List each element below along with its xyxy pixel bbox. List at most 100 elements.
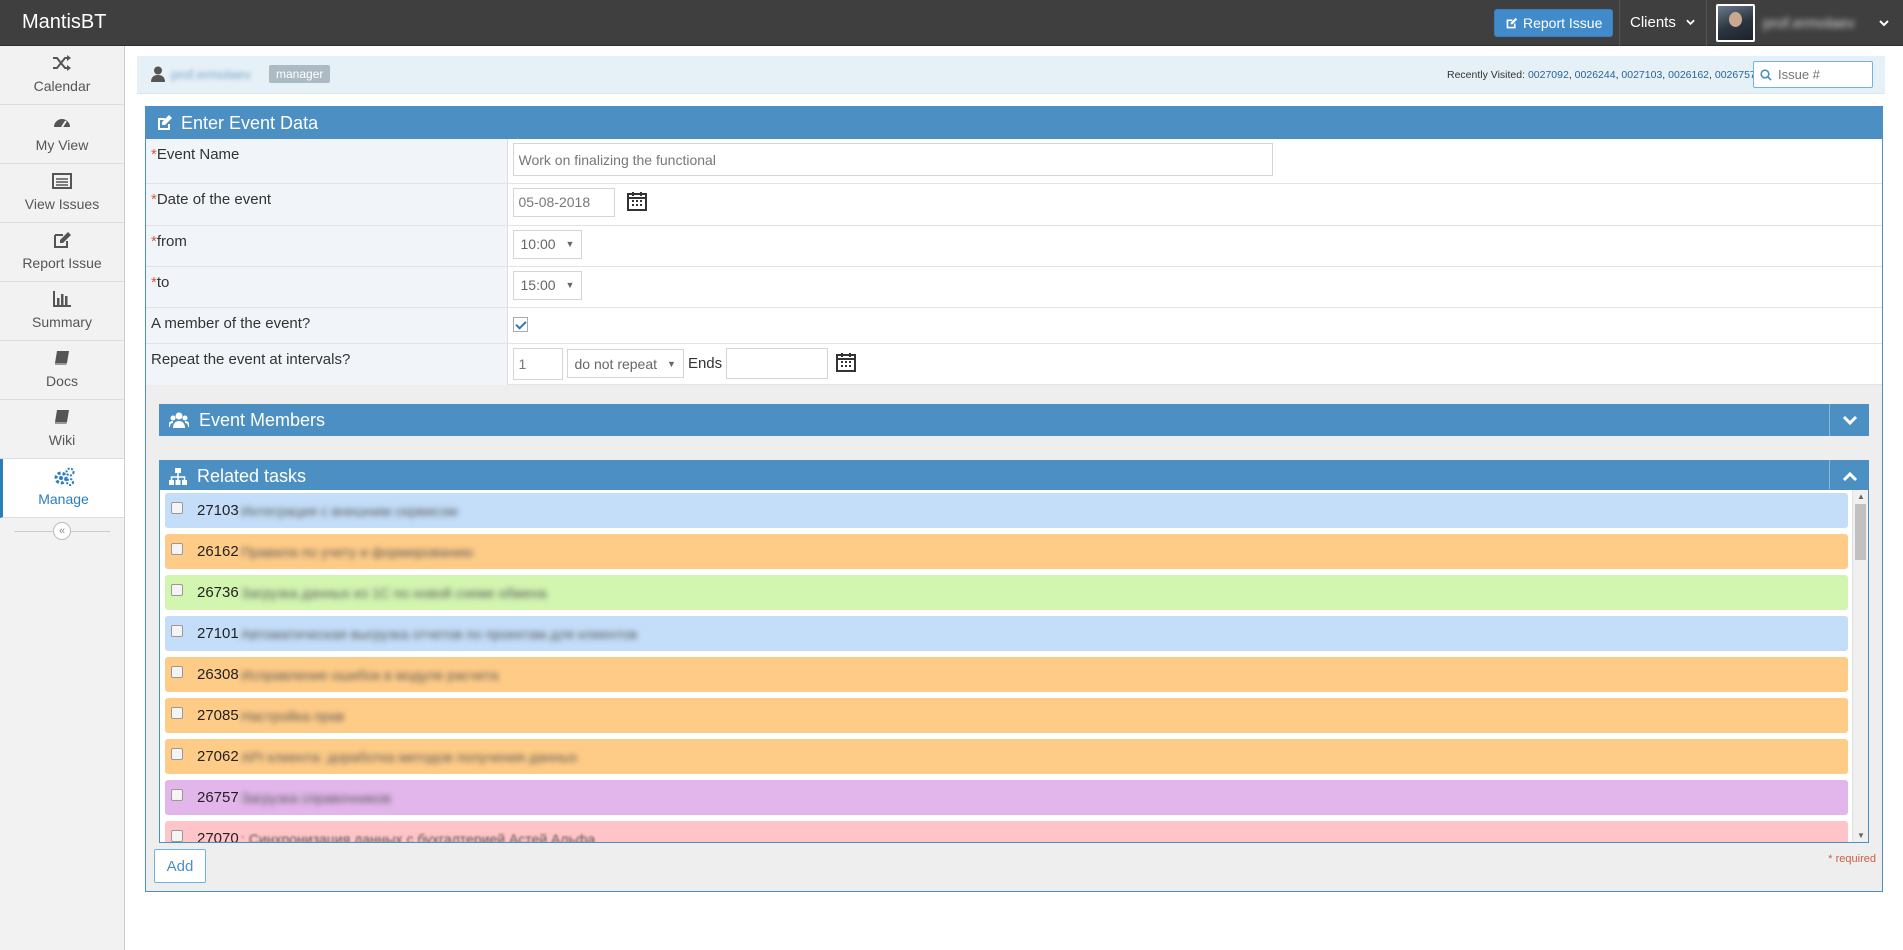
expand-toggle[interactable] bbox=[1829, 404, 1869, 436]
clients-label: Clients bbox=[1630, 14, 1676, 31]
form-row-to: *to 15:00 ▼ bbox=[146, 266, 1882, 308]
dashboard-icon bbox=[0, 113, 124, 135]
issue-number-input[interactable] bbox=[1778, 67, 1868, 82]
sidebar-item-summary[interactable]: Summary bbox=[0, 282, 124, 341]
task-checkbox[interactable] bbox=[171, 788, 183, 801]
add-button[interactable]: Add bbox=[154, 849, 206, 883]
member-checkbox[interactable] bbox=[512, 316, 528, 332]
sidebar-item-calendar[interactable]: Calendar bbox=[0, 46, 124, 105]
sidebar-item-docs[interactable]: Docs bbox=[0, 341, 124, 400]
collapse-toggle[interactable] bbox=[1829, 460, 1869, 492]
field-value: 15:00 ▼ bbox=[507, 266, 1882, 308]
task-checkbox[interactable] bbox=[171, 665, 183, 678]
breadcrumb-user: prof.ermolaev manager bbox=[151, 65, 331, 83]
sidebar: Calendar My View View Issues Report Issu… bbox=[0, 46, 125, 950]
task-id: 26308 bbox=[197, 666, 239, 683]
related-tasks-header[interactable]: Related tasks bbox=[159, 460, 1869, 492]
report-issue-button[interactable]: Report Issue bbox=[1494, 9, 1614, 37]
widget-header: Enter Event Data bbox=[146, 107, 1882, 139]
clients-menu[interactable]: Clients bbox=[1630, 14, 1695, 31]
book-icon bbox=[0, 349, 124, 371]
date-input[interactable] bbox=[512, 187, 615, 217]
task-checkbox[interactable] bbox=[171, 747, 183, 760]
sidebar-item-label: Summary bbox=[32, 314, 92, 330]
recent-issue-link[interactable]: 0026162 bbox=[1668, 69, 1709, 81]
task-title: Загрузка данных из 1С по новой схеме обм… bbox=[241, 584, 547, 601]
task-checkbox[interactable] bbox=[171, 706, 183, 719]
users-icon bbox=[169, 412, 189, 428]
sidebar-item-my-view[interactable]: My View bbox=[0, 105, 124, 164]
calendar-icon[interactable] bbox=[626, 191, 647, 215]
scroll-up-icon[interactable]: ▲ bbox=[1853, 492, 1868, 501]
task-row[interactable]: 26757 Загрузка справочников bbox=[165, 780, 1848, 815]
chevron-down-icon bbox=[1879, 19, 1889, 26]
event-members-title: Event Members bbox=[199, 409, 326, 430]
breadcrumb-username[interactable]: prof.ermolaev bbox=[171, 67, 263, 82]
sidebar-item-label: Manage bbox=[38, 491, 89, 507]
ends-date-input[interactable] bbox=[726, 348, 829, 379]
dropdown-arrow-icon: ▼ bbox=[565, 239, 575, 249]
task-row[interactable]: 27062 API клиента: доработка методов полу… bbox=[165, 739, 1848, 774]
sitemap-icon bbox=[169, 467, 187, 485]
task-checkbox[interactable] bbox=[171, 501, 183, 514]
recently-visited-label: Recently Visited: bbox=[1447, 69, 1526, 81]
dropdown-arrow-icon: ▼ bbox=[667, 358, 676, 369]
tasks-scrollbar[interactable]: ▲ ▼ bbox=[1852, 490, 1868, 842]
user-menu[interactable]: prof.ermolaev bbox=[1716, 4, 1889, 42]
sidebar-item-view-issues[interactable]: View Issues bbox=[0, 164, 124, 223]
brand-logo[interactable]: MantisBT bbox=[22, 11, 106, 34]
repeat-interval-input[interactable] bbox=[512, 347, 563, 380]
chevron-down-icon bbox=[1686, 19, 1695, 26]
task-row[interactable]: 26736 Загрузка данных из 1С по новой схем… bbox=[165, 575, 1848, 610]
role-badge: manager bbox=[269, 65, 331, 83]
task-row[interactable]: 27070: Синхронизация данных с бухгалтери… bbox=[165, 821, 1848, 843]
member-label: A member of the event? bbox=[151, 314, 311, 332]
task-id: 27103 bbox=[197, 502, 239, 519]
scroll-thumb[interactable] bbox=[1855, 504, 1866, 560]
event-members-header[interactable]: Event Members bbox=[159, 404, 1869, 436]
task-row[interactable]: 27085 Настройка прав bbox=[165, 698, 1848, 733]
form-row-date: *Date of the event bbox=[146, 183, 1882, 226]
bar-chart-icon bbox=[0, 290, 124, 312]
to-time-select[interactable]: 15:00 ▼ bbox=[512, 270, 583, 300]
recent-issue-link[interactable]: 0026244 bbox=[1575, 69, 1616, 81]
username: prof.ermolaev bbox=[1763, 14, 1855, 32]
collapse-sidebar-icon[interactable]: « bbox=[53, 522, 71, 540]
sidebar-item-wiki[interactable]: Wiki bbox=[0, 400, 124, 459]
scroll-down-icon[interactable]: ▼ bbox=[1853, 831, 1868, 840]
sidebar-collapse: « bbox=[0, 518, 124, 546]
task-row[interactable]: 26162 Правила по учету и формированию bbox=[165, 534, 1848, 569]
task-checkbox[interactable] bbox=[171, 542, 183, 555]
sidebar-item-label: Wiki bbox=[48, 432, 76, 448]
task-checkbox[interactable] bbox=[171, 583, 183, 596]
edit-icon bbox=[0, 231, 124, 253]
from-time-value: 10:00 bbox=[520, 236, 556, 252]
sidebar-item-report-issue[interactable]: Report Issue bbox=[0, 223, 124, 282]
task-title: Загрузка справочников bbox=[241, 789, 391, 806]
recent-issue-link[interactable]: 0027092 bbox=[1528, 69, 1569, 81]
breadcrumb: prof.ermolaev manager Recently Visited: … bbox=[137, 56, 1885, 94]
shuffle-icon bbox=[0, 54, 124, 76]
date-label: Date of the event bbox=[156, 190, 272, 208]
recent-issue-link[interactable]: 0026757 bbox=[1715, 69, 1756, 81]
task-title: : Синхронизация данных с бухгалтерией Ас… bbox=[241, 830, 596, 843]
calendar-icon[interactable] bbox=[836, 352, 857, 376]
field-label: *to bbox=[146, 266, 508, 308]
task-row[interactable]: 27103 Интеграция с внешним сервисом bbox=[165, 493, 1848, 528]
task-checkbox[interactable] bbox=[171, 624, 183, 637]
repeat-label: Repeat the event at intervals? bbox=[151, 350, 351, 368]
nav-divider bbox=[1706, 0, 1707, 46]
event-name-input[interactable] bbox=[512, 143, 1273, 176]
event-form: *Event Name *Date of the event *from 10:… bbox=[146, 139, 1882, 388]
task-row[interactable]: 26308 Исправление ошибок в модуле расчета bbox=[165, 657, 1848, 692]
form-row-member: A member of the event? bbox=[146, 307, 1882, 344]
edit-icon bbox=[158, 115, 172, 130]
from-time-select[interactable]: 10:00 ▼ bbox=[512, 229, 583, 259]
task-checkbox[interactable] bbox=[171, 829, 183, 842]
recent-issue-link[interactable]: 0027103 bbox=[1621, 69, 1662, 81]
task-id: 26736 bbox=[197, 584, 239, 601]
field-value bbox=[507, 307, 1882, 344]
task-row[interactable]: 27101 Автоматическая выгрузка отчетов по … bbox=[165, 616, 1848, 651]
repeat-mode-select[interactable]: do not repeat ▼ bbox=[566, 349, 684, 378]
sidebar-item-manage[interactable]: Manage bbox=[0, 459, 124, 518]
